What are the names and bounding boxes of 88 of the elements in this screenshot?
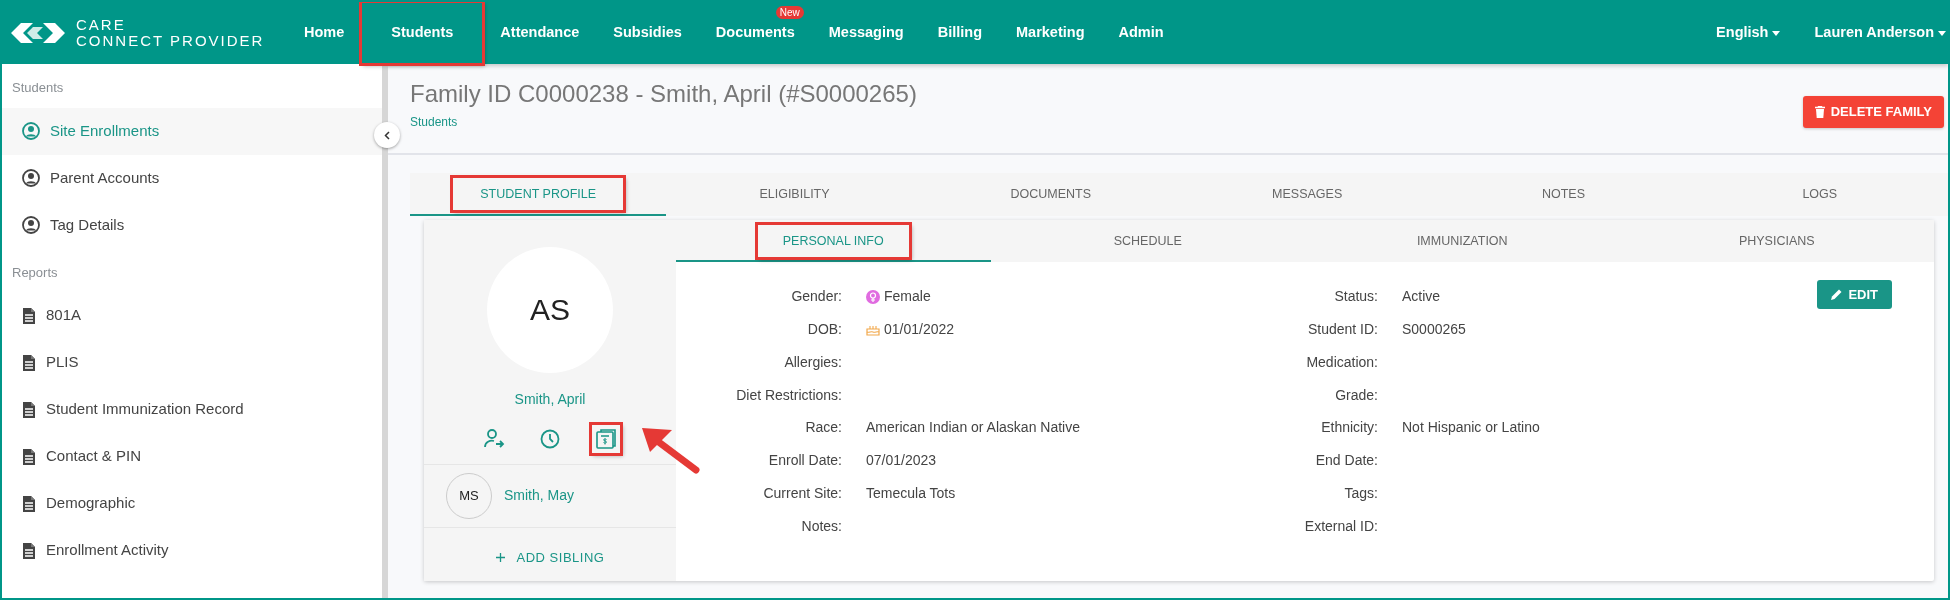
- clock-icon: [539, 427, 561, 450]
- sibling-name-link[interactable]: Smith, May: [504, 485, 574, 507]
- document-icon: [22, 541, 36, 560]
- sidebar-item[interactable]: Enrollment Activity: [2, 527, 382, 574]
- field-value: Temecula Tots: [866, 483, 956, 503]
- chevron-left-icon: [384, 130, 390, 140]
- field-label: Medication:: [1305, 352, 1379, 372]
- person-circle-icon: [22, 122, 40, 140]
- language-dropdown[interactable]: English: [1699, 19, 1798, 47]
- field-label: Tags:: [1343, 483, 1379, 503]
- document-icon: [22, 447, 36, 466]
- sub-tab[interactable]: PHYSICIANS: [1619, 219, 1934, 263]
- field-label: Status:: [1333, 287, 1379, 307]
- brand-name: CONNECT PROVIDER: [76, 33, 265, 49]
- collapse-button[interactable]: [374, 122, 400, 148]
- nav-link[interactable]: Attendance: [483, 19, 597, 47]
- field-label: Current Site:: [762, 483, 843, 503]
- sidebar-item[interactable]: 801A: [2, 292, 382, 339]
- field-label: DOB:: [806, 320, 843, 339]
- tab[interactable]: ELIGIBILITY: [666, 172, 923, 216]
- nav-link[interactable]: Billing: [920, 19, 999, 47]
- delete-family-button[interactable]: DELETE FAMILY: [1802, 96, 1944, 128]
- field-value: 07/01/2023: [866, 451, 937, 471]
- sidebar-item[interactable]: PLIS: [2, 339, 382, 386]
- field-value: American Indian or Alaskan Native: [866, 418, 1080, 438]
- field-value: Female: [884, 287, 931, 307]
- nav-link[interactable]: Home: [287, 19, 362, 47]
- field-label: Notes:: [800, 516, 843, 536]
- brand-name: CARE: [76, 17, 127, 33]
- plus-icon: [495, 552, 505, 562]
- section-title: Students: [11, 79, 65, 97]
- person-circle-icon: [22, 216, 40, 234]
- nav-link[interactable]: Messaging: [811, 19, 921, 47]
- sidebar-item[interactable]: Parent Accounts: [2, 154, 382, 202]
- ledger-dollar-icon: [595, 427, 617, 450]
- field-label: Allergies:: [783, 352, 843, 372]
- nav-link[interactable]: Marketing: [999, 19, 1102, 47]
- tab[interactable]: LOGS: [1691, 172, 1948, 216]
- field-value: Active: [1402, 287, 1441, 307]
- field-label: Ethnicity:: [1320, 418, 1379, 438]
- caret-icon: [1772, 30, 1781, 36]
- field-value: 01/01/2022: [884, 320, 955, 339]
- sidebar-item[interactable]: Tag Details: [2, 201, 382, 249]
- tab[interactable]: DOCUMENTS: [922, 172, 1179, 216]
- sidebar-item[interactable]: Student Immunization Record: [2, 386, 382, 433]
- sub-tab[interactable]: PERSONAL INFO: [676, 219, 991, 263]
- sub-tab[interactable]: IMMUNIZATION: [1305, 219, 1620, 263]
- nav-link[interactable]: Students: [361, 2, 484, 64]
- document-icon: [22, 494, 36, 513]
- user-dropdown[interactable]: Lauren Anderson: [1797, 19, 1948, 47]
- edit-button[interactable]: EDIT: [1817, 280, 1892, 310]
- page-title: Family ID C0000238 - Smith, April (#S0000265): [410, 80, 917, 109]
- tab[interactable]: NOTES: [1435, 172, 1692, 216]
- field-label: External ID:: [1303, 516, 1379, 536]
- document-icon: [22, 400, 36, 419]
- avatar: AS: [487, 246, 613, 373]
- document-icon: [22, 306, 36, 325]
- breadcrumb-link[interactable]: Students: [410, 114, 458, 129]
- sidebar-item[interactable]: Demographic: [2, 480, 382, 527]
- sub-tab[interactable]: SCHEDULE: [990, 219, 1305, 263]
- field-label: Enroll Date:: [767, 451, 843, 471]
- person-circle-icon: [22, 169, 40, 187]
- nav-link[interactable]: Subsidies: [596, 19, 699, 47]
- document-icon: [22, 353, 36, 372]
- trash-icon: [1814, 105, 1825, 118]
- new-badge: New: [775, 6, 804, 20]
- field-value: Not Hispanic or Latino: [1402, 418, 1540, 438]
- nav-link[interactable]: Admin: [1101, 19, 1181, 47]
- field-label: Student ID:: [1306, 320, 1379, 339]
- field-label: Diet Restrictions:: [735, 385, 843, 405]
- section-title: Reports: [11, 263, 59, 282]
- student-name-link[interactable]: Smith, April: [514, 388, 586, 410]
- field-label: Grade:: [1334, 385, 1379, 405]
- field-value: S0000265: [1402, 320, 1466, 339]
- field-label: End Date:: [1314, 451, 1379, 471]
- nav-link[interactable]: Documents: [698, 19, 812, 47]
- field-label: Race:: [804, 418, 843, 438]
- tab[interactable]: MESSAGES: [1179, 172, 1436, 216]
- field-label: Gender:: [790, 287, 843, 307]
- female-icon: [866, 289, 880, 304]
- sidebar-item[interactable]: Contact & PIN: [2, 433, 382, 480]
- ledger-dollar-icon-button[interactable]: [591, 423, 621, 454]
- tab[interactable]: STUDENT PROFILE: [410, 172, 667, 216]
- add-sibling-button[interactable]: ADD SIBLING: [495, 527, 605, 582]
- caret-icon: [1938, 30, 1946, 36]
- pencil-icon: [1831, 289, 1843, 301]
- sidebar-item[interactable]: Site Enrollments: [2, 107, 382, 155]
- person-arrow-icon: [483, 427, 505, 450]
